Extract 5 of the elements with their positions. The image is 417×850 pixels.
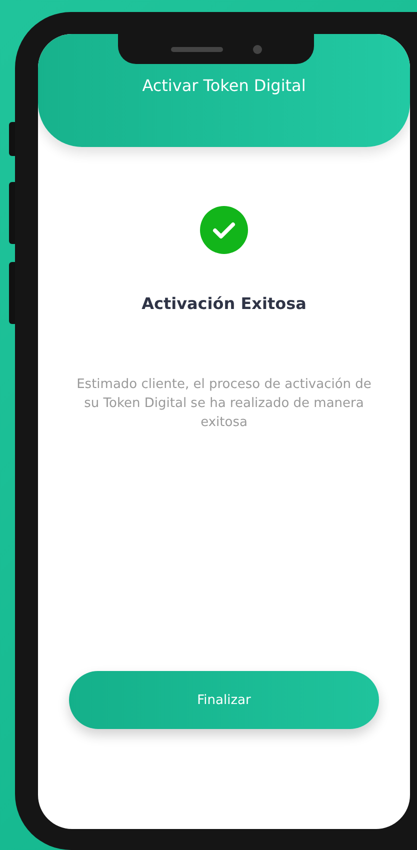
result-title: Activación Exitosa [142, 294, 306, 313]
check-icon [200, 206, 248, 254]
result-message: Estimado cliente, el proceso de activación de su Token Digital se ha realizado de manera exitosa [76, 376, 372, 432]
finish-button[interactable]: Finalizar [69, 671, 379, 729]
screen-title: Activar Token Digital [142, 76, 306, 95]
